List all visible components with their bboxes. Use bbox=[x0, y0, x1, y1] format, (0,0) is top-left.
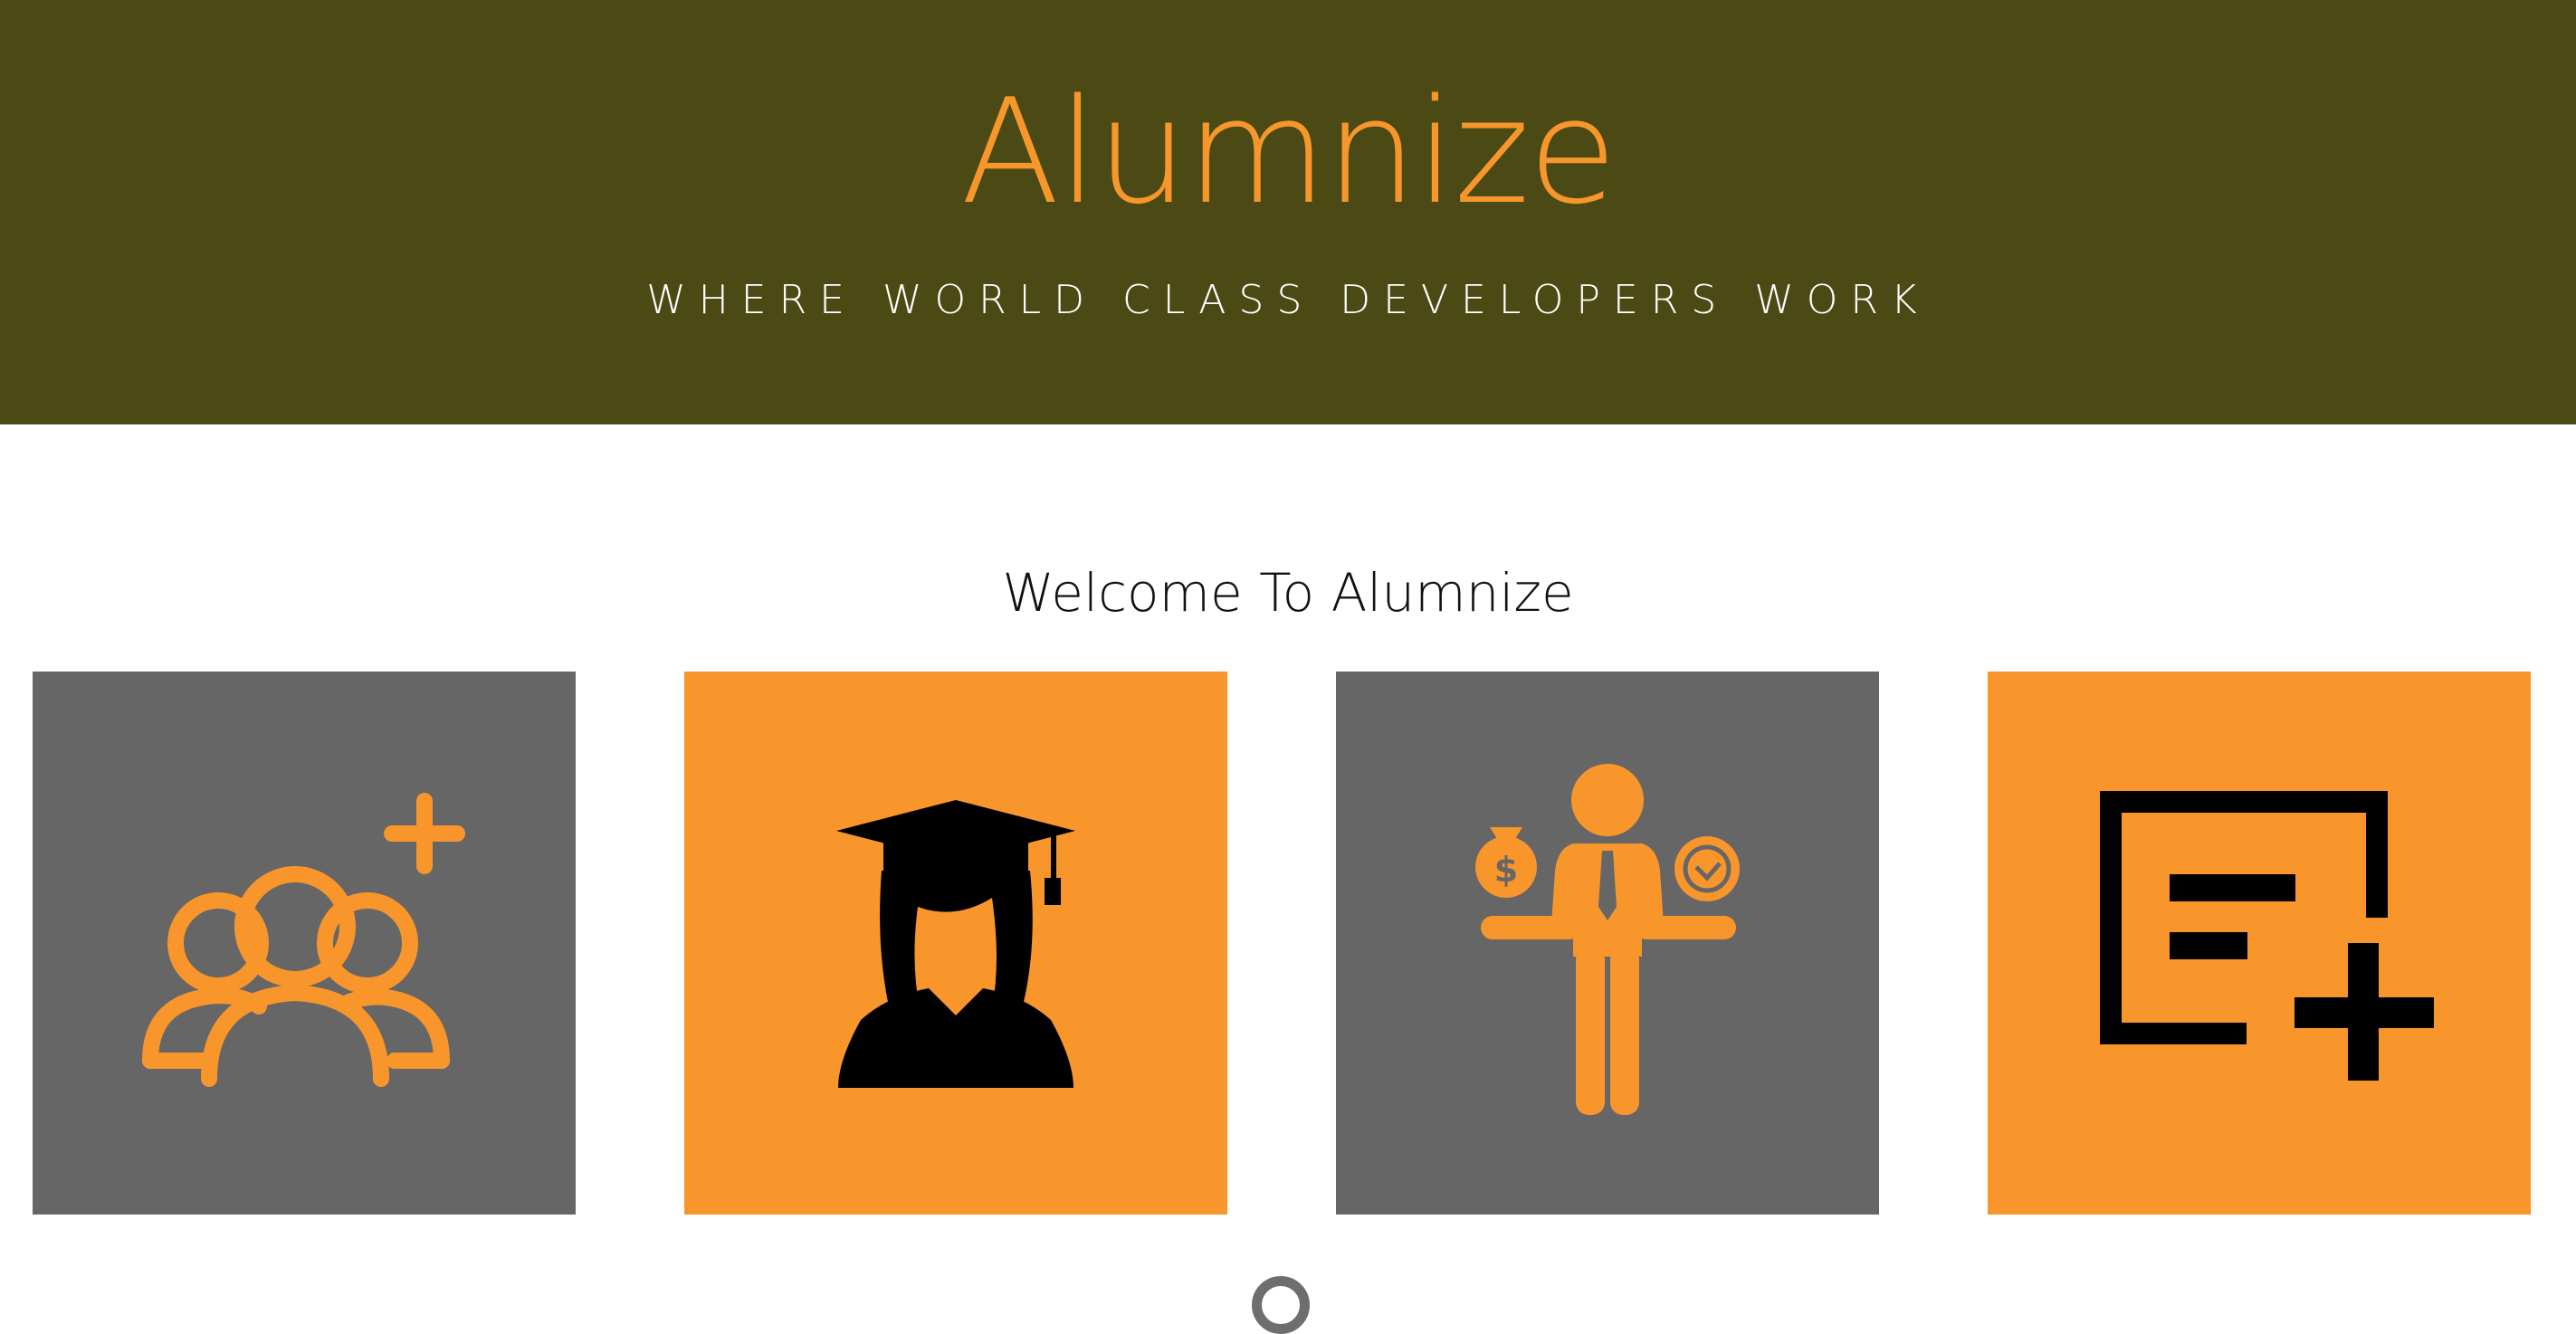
scroll-indicator-icon[interactable] bbox=[1252, 1276, 1310, 1334]
add-post-icon bbox=[2100, 791, 2434, 1081]
tile-add-group[interactable] bbox=[33, 672, 576, 1215]
businessman-money-time-icon: $ bbox=[1475, 764, 1740, 1115]
welcome-heading: Welcome To Alumnize bbox=[1002, 562, 1574, 624]
graduate-icon bbox=[836, 800, 1075, 1088]
tile-add-post[interactable] bbox=[1988, 672, 2531, 1215]
brand-title: Alumnize bbox=[960, 67, 1617, 236]
tile-business[interactable]: $ bbox=[1336, 672, 1879, 1215]
brand-tagline: WHERE WORLD CLASS DEVELOPERS WORK bbox=[646, 277, 1930, 323]
tile-graduate[interactable] bbox=[684, 672, 1227, 1215]
svg-text:$: $ bbox=[1494, 850, 1518, 890]
add-group-icon bbox=[142, 793, 465, 1087]
header-banner: Alumnize WHERE WORLD CLASS DEVELOPERS WO… bbox=[0, 0, 2576, 424]
